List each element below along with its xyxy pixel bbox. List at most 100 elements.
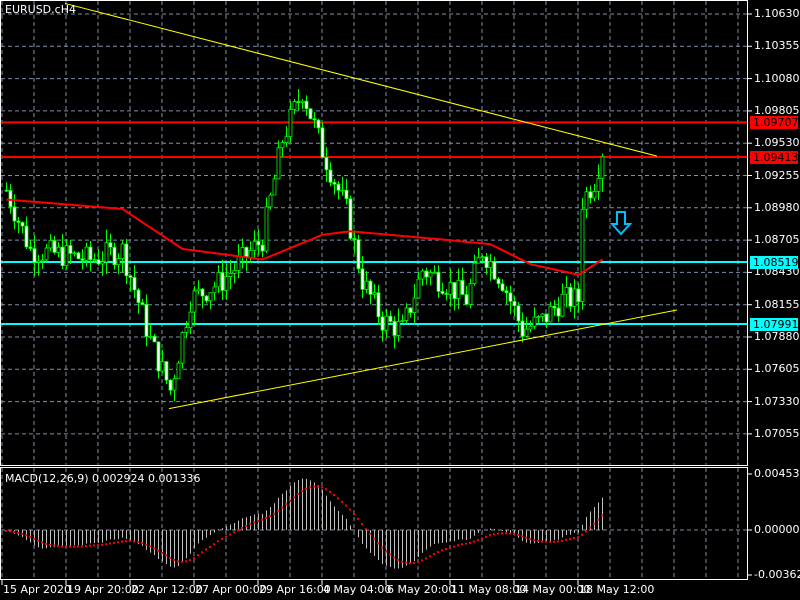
macd-signal-point [553,540,555,543]
macd-signal-point [333,493,335,496]
macd-signal-point [341,500,343,503]
macd-signal-point [153,547,155,550]
macd-signal-point [373,537,375,540]
candle-body [260,244,265,252]
level-price-tag: 1.09413 [750,150,799,164]
time-axis-label: 29 Apr 16:00 [259,583,331,596]
macd-signal-point [149,545,151,548]
candle-body [340,189,345,192]
candle-body [476,257,481,264]
price-tick-label: 1.10355 [754,39,800,53]
candle-body [140,302,145,305]
macd-signal-point [29,535,31,538]
macd-signal-point [441,549,443,552]
candle-body [272,178,277,196]
candle-body [328,169,333,183]
candle-body [152,335,157,343]
candle-body [412,297,417,314]
macd-signal-point [225,535,227,538]
candle-body [248,250,253,258]
macd-signal-point [125,540,127,543]
candle-body [528,325,533,330]
macd-signal-point [309,486,311,489]
candle-body [460,279,465,295]
macd-signal-point [473,540,475,543]
candle-body [124,243,129,277]
price-tick-label: 1.10630 [754,7,800,20]
macd-signal-point [217,540,219,543]
macd-signal-point [193,556,195,559]
macd-signal-point [205,548,207,551]
candle-body [424,270,429,278]
candle-body [80,258,85,261]
sell-arrow-icon [609,211,633,236]
candle-body [132,277,137,291]
macd-signal-point [449,546,451,549]
candle-body [60,246,65,267]
macd-signal-point [45,542,47,545]
time-axis-label: 4 May 04:00 [323,583,392,596]
macd-signal-point [189,559,191,562]
candle-body [96,259,101,265]
level-price-tag: 1.08519 [750,255,799,269]
candle-body [472,262,477,285]
macd-signal-point [581,533,583,536]
candle-body [496,278,501,285]
time-axis-label: 15 Apr 2020 [3,583,72,596]
candle-body [552,305,557,309]
candle-body [348,198,353,239]
candle-body [32,248,37,263]
candle-body [300,100,305,103]
macd-signal-point [93,544,95,547]
macd-signal-point [529,538,531,541]
price-chart[interactable] [0,0,800,600]
macd-signal-point [233,531,235,534]
macd-signal-point [461,543,463,546]
candle-body [492,261,497,280]
macd-signal-point [345,504,347,507]
macd-signal-point [501,532,503,535]
candle-body [372,292,377,295]
macd-signal-point [13,530,15,533]
candle-body [468,283,473,305]
candle-body [16,220,21,223]
candle-body [508,292,513,302]
candle-body [108,242,113,248]
candle-body [484,256,489,269]
macd-signal-point [485,535,487,538]
macd-signal-point [301,490,303,493]
price-tick-label: 1.07055 [754,426,800,440]
macd-axis-label: -0.003629 [754,568,800,581]
macd-signal-point [65,545,67,548]
macd-signal-point [417,560,419,563]
macd-axis-label: 0.000000 [754,523,800,536]
macd-signal-point [121,540,123,543]
candle-body [516,305,521,322]
macd-signal-point [57,544,59,547]
candle-body [72,252,77,255]
macd-signal-point [33,537,35,540]
level-price-tag: 1.09707 [750,116,799,130]
candle-body [500,283,505,292]
candle-body [532,316,537,327]
candle-body [456,279,461,300]
macd-signal-point [201,551,203,554]
price-tick-label: 1.09805 [754,103,800,117]
macd-signal-point [305,487,307,490]
candle-body [92,259,97,261]
candle-body [4,189,9,192]
macd-signal-point [109,542,111,545]
macd-title: MACD(12,26,9) 0.002924 0.001336 [5,472,201,485]
candle-body [276,147,281,180]
moving-average-line [6,198,604,276]
macd-signal-point [425,557,427,560]
candle-body [316,119,321,129]
candle-body [432,271,437,274]
macd-signal-point [69,545,71,548]
candle-body [364,280,369,290]
candle-body [212,286,217,294]
candle-body [180,331,185,364]
macd-signal-point [137,541,139,544]
candle-body [540,313,545,317]
macd-signal-point [557,540,559,543]
